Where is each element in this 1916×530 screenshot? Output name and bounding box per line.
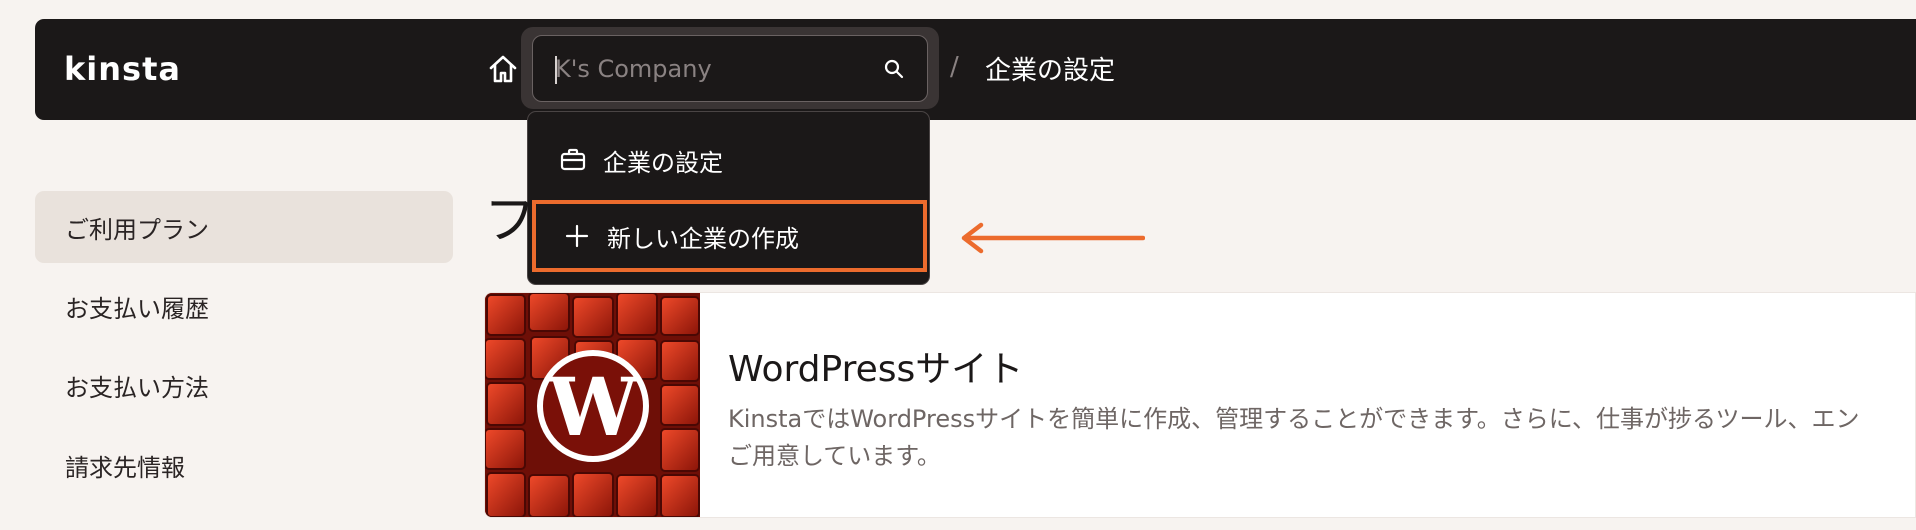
svg-text:W: W (547, 360, 639, 454)
card-description-line: ご用意しています。 (728, 442, 941, 470)
wordpress-sites-card[interactable]: W WordPressサイト KinstaではWordPressサイトを簡単に作… (484, 292, 1916, 518)
card-description: KinstaではWordPressサイトを簡単に作成、管理することができます。さ… (728, 401, 1860, 475)
menu-item-label: 企業の設定 (603, 148, 723, 177)
sidebar-item-label: 請求先情報 (65, 453, 185, 482)
plus-icon (565, 224, 589, 248)
briefcase-icon (560, 148, 586, 171)
sidebar-item-payment-history[interactable]: お支払い履歴 (35, 270, 453, 342)
menu-item-create-company[interactable]: 新しい企業の作成 (532, 200, 927, 272)
top-navigation-bar (35, 19, 1916, 120)
wordpress-card-image: W (485, 293, 700, 517)
sidebar-item-payment-method[interactable]: お支払い方法 (35, 349, 453, 421)
kinsta-logo[interactable]: kinsta (64, 50, 181, 88)
breadcrumb-current[interactable]: 企業の設定 (985, 50, 1115, 87)
company-dropdown-menu: 企業の設定 新しい企業の作成 (527, 111, 930, 285)
sidebar-item-label: お支払い履歴 (65, 294, 209, 323)
menu-item-company-settings[interactable]: 企業の設定 (528, 124, 929, 196)
annotation-arrow-left-icon (961, 222, 1145, 254)
page-title: フ (484, 191, 537, 251)
sidebar-item-label: ご利用プラン (65, 215, 209, 244)
card-description-line: KinstaではWordPressサイトを簡単に作成、管理することができます。さ… (728, 405, 1860, 433)
company-search-input[interactable] (555, 36, 855, 101)
home-icon[interactable] (487, 54, 519, 84)
breadcrumb-separator: / (950, 52, 959, 82)
menu-item-label: 新しい企業の作成 (607, 224, 799, 253)
sidebar-item-label: お支払い方法 (65, 373, 209, 402)
sidebar-item-billing-info[interactable]: 請求先情報 (35, 429, 453, 501)
search-icon[interactable] (883, 58, 905, 80)
card-title: WordPressサイト (728, 349, 1024, 390)
text-cursor (555, 56, 557, 84)
sidebar-item-plan[interactable]: ご利用プラン (35, 191, 453, 263)
company-search-field[interactable] (532, 35, 928, 102)
